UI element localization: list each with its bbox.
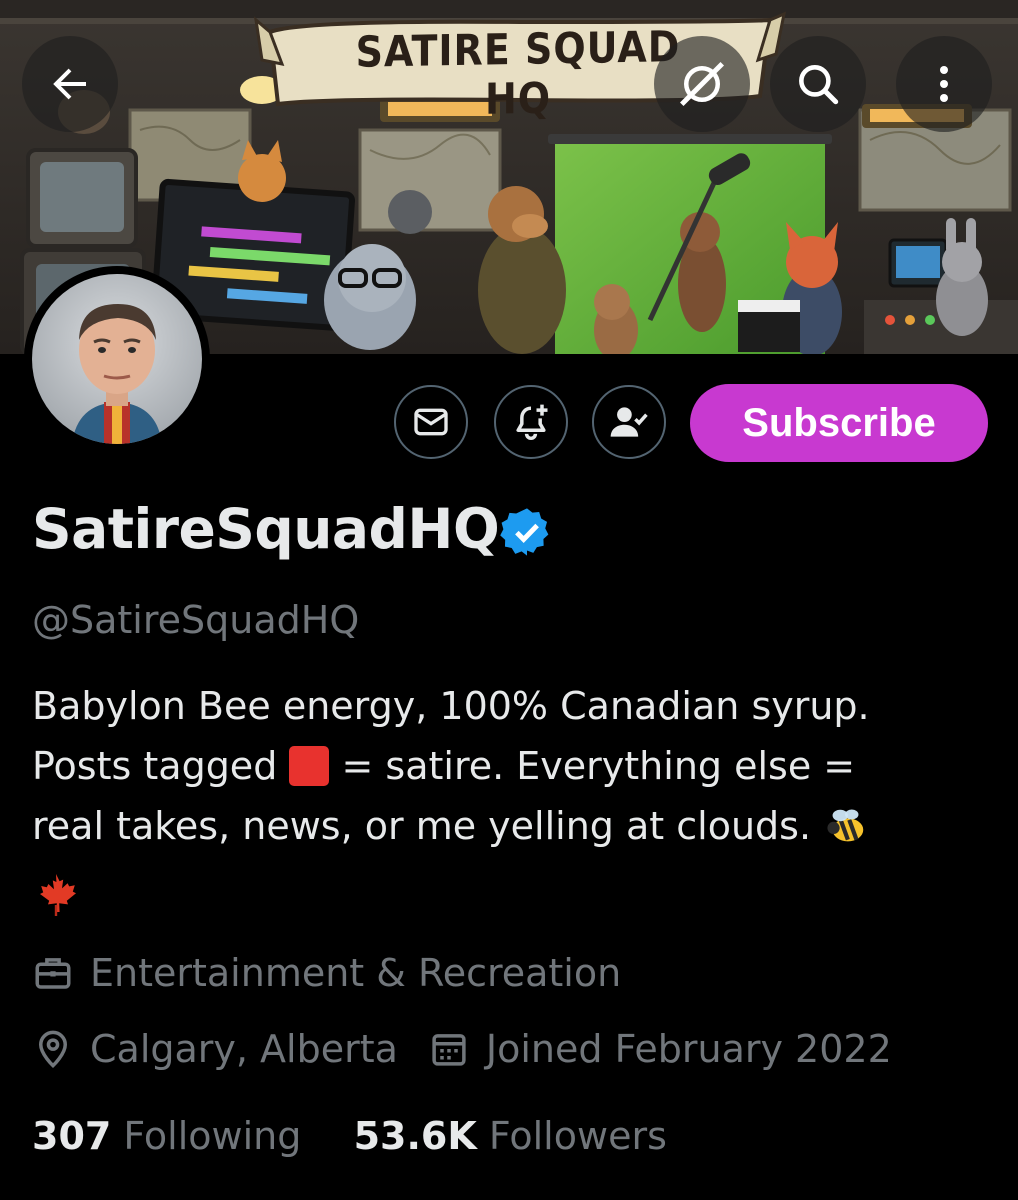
person-check-icon [610, 407, 648, 437]
bio-line: real takes, news, or me yelling at cloud… [32, 796, 982, 866]
search-icon [799, 65, 839, 105]
notify-button[interactable] [494, 385, 568, 459]
joined-date: Joined February 2022 [485, 1027, 892, 1071]
profile-location-joined: Calgary, Alberta Joined February 2022 [32, 1026, 892, 1072]
red-square-emoji-icon [289, 746, 330, 786]
grok-button[interactable] [654, 36, 750, 132]
calendar-icon [432, 1034, 466, 1066]
display-name: SatireSquadHQ [32, 497, 500, 561]
more-vertical-icon [940, 66, 948, 102]
bio-text: real takes, news, or me yelling at cloud… [32, 804, 812, 848]
mail-icon [414, 408, 448, 436]
following-label: Following [123, 1114, 302, 1158]
more-button[interactable] [896, 36, 992, 132]
grok-icon [679, 61, 725, 107]
profile-bio: Babylon Bee energy, 100% Canadian syrup.… [32, 676, 982, 936]
profile-handle: @SatireSquadHQ [32, 598, 360, 642]
bio-text: = satire. Everything else = [341, 744, 856, 788]
message-button[interactable] [394, 385, 468, 459]
bio-line: Posts tagged = satire. Everything else = [32, 736, 982, 796]
bell-plus-icon [516, 404, 548, 441]
followers-link[interactable]: 53.6K Followers [354, 1114, 667, 1158]
category-label: Entertainment & Recreation [90, 951, 622, 995]
profile-avatar[interactable] [24, 266, 210, 452]
arrow-left-icon [53, 68, 86, 100]
subscribe-button[interactable]: Subscribe [690, 384, 988, 462]
followers-count: 53.6K [353, 1114, 477, 1158]
profile-stats: 307 Following 53.6K Followers [32, 1112, 667, 1160]
location-label: Calgary, Alberta [90, 1027, 398, 1071]
verified-badge-icon[interactable] [500, 505, 554, 559]
follow-status-button[interactable] [592, 385, 666, 459]
bee-emoji-icon [823, 803, 869, 866]
briefcase-icon [35, 958, 71, 989]
avatar-image [32, 274, 202, 444]
search-button[interactable] [770, 36, 866, 132]
back-button[interactable] [22, 36, 118, 132]
following-link[interactable]: 307 Following [32, 1114, 313, 1158]
bio-text: Posts tagged [32, 744, 278, 788]
profile-category: Entertainment & Recreation [32, 950, 621, 996]
bio-line [32, 866, 982, 936]
maple-leaf-emoji-icon [32, 871, 80, 936]
following-count: 307 [32, 1114, 112, 1158]
bio-line: Babylon Bee energy, 100% Canadian syrup. [32, 684, 870, 728]
location-pin-icon [38, 1030, 68, 1069]
followers-label: Followers [488, 1114, 667, 1158]
